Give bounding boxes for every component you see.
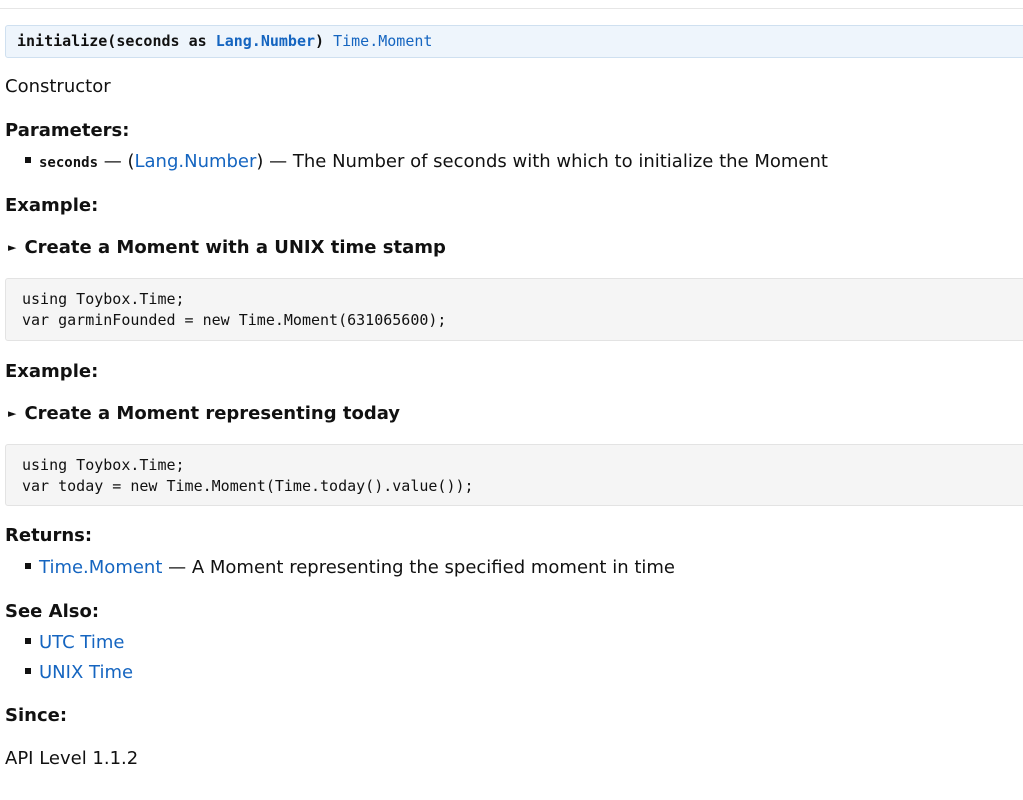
return-type-link[interactable]: Time.Moment <box>333 32 432 50</box>
bullet <box>25 638 31 644</box>
signature-prefix: initialize(seconds as <box>17 32 216 50</box>
method-signature: initialize(seconds as Lang.Number) Time.… <box>5 25 1023 58</box>
disclosure-triangle-icon: ► <box>8 241 17 254</box>
see-also-link-unix-time[interactable]: UNIX Time <box>39 662 133 683</box>
parameter-type-link[interactable]: Lang.Number <box>134 151 256 172</box>
signature-suffix: ) <box>315 32 325 50</box>
param-type-link[interactable]: Lang.Number <box>216 32 315 50</box>
returns-item: Time.Moment — A Moment representing the … <box>25 557 675 579</box>
parameter-item: seconds — (Lang.Number) — The Number of … <box>25 151 828 174</box>
method-description: Constructor <box>5 76 111 97</box>
since-heading: Since: <box>5 705 68 726</box>
parameter-description: ) — The Number of seconds with which to … <box>256 151 828 172</box>
example-heading-1: Example: <box>5 195 99 216</box>
parameter-separator: — ( <box>98 151 135 172</box>
returns-heading: Returns: <box>5 525 93 546</box>
example-summary-toggle-2[interactable]: ► Create a Moment representing today <box>8 403 400 427</box>
see-also-heading: See Also: <box>5 601 100 622</box>
bullet <box>25 668 31 674</box>
example-summary-label: Create a Moment representing today <box>24 403 401 424</box>
parameter-name: seconds <box>39 155 99 171</box>
parameters-heading: Parameters: <box>5 120 130 141</box>
bullet <box>25 563 31 569</box>
since-value: API Level 1.1.2 <box>5 748 139 769</box>
code-block-1: using Toybox.Time; var garminFounded = n… <box>5 278 1023 341</box>
returns-type-link[interactable]: Time.Moment <box>39 557 162 578</box>
example-summary-label: Create a Moment with a UNIX time stamp <box>24 237 446 258</box>
see-also-link-utc-time[interactable]: UTC Time <box>39 632 124 653</box>
code-block-2: using Toybox.Time; var today = new Time.… <box>5 444 1023 506</box>
bullet <box>25 157 31 163</box>
top-divider <box>0 8 1023 9</box>
example-summary-toggle-1[interactable]: ► Create a Moment with a UNIX time stamp <box>8 237 446 261</box>
returns-description: — A Moment representing the specified mo… <box>162 557 676 578</box>
example-heading-2: Example: <box>5 361 99 382</box>
see-also-item: UNIX Time <box>25 662 133 684</box>
see-also-item: UTC Time <box>25 632 124 654</box>
disclosure-triangle-icon: ► <box>8 407 17 420</box>
